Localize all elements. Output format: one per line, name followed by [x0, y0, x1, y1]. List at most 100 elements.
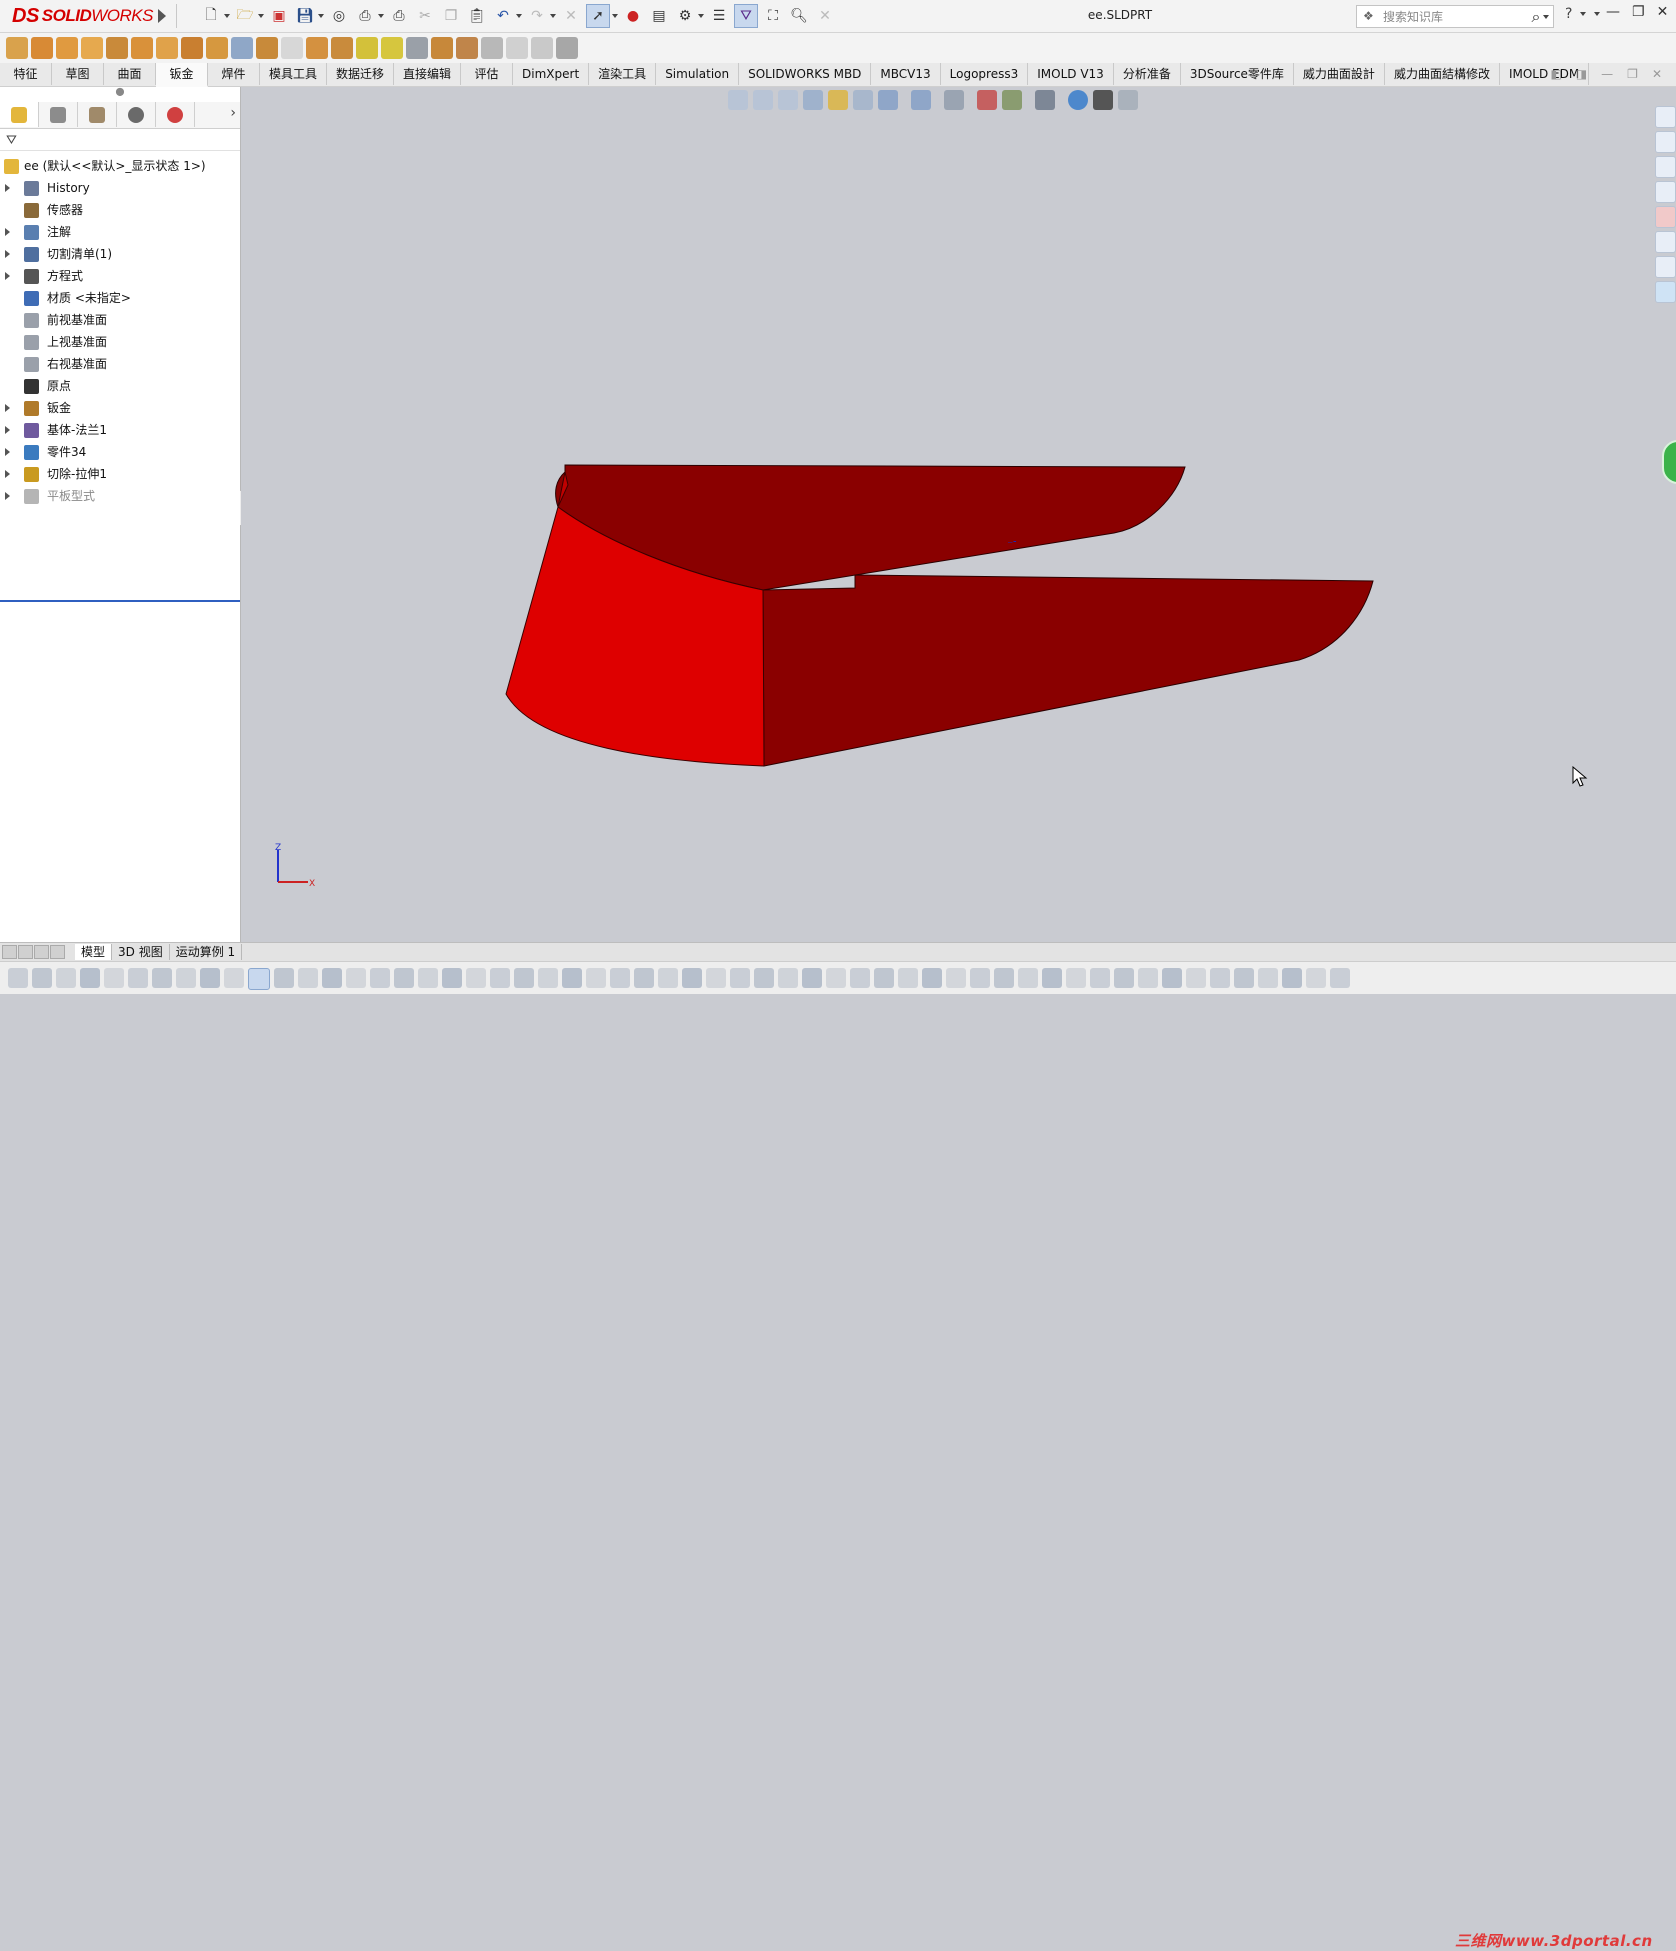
simple-hole-icon[interactable]	[381, 37, 403, 59]
display-manager-tab[interactable]	[156, 102, 195, 127]
tab-surfaces[interactable]: 曲面	[104, 63, 156, 85]
sheet-metal-part-model[interactable]: ⎯⁃	[241, 87, 1676, 942]
copy-icon[interactable]: ❐	[440, 5, 462, 27]
tab-solidworks-mbd[interactable]: SOLIDWORKS MBD	[739, 63, 872, 85]
delete-icon[interactable]: ✕	[560, 5, 582, 27]
web-icon[interactable]: ◎	[328, 5, 350, 27]
tab-sketch[interactable]: 草图	[52, 63, 104, 85]
tab-features[interactable]: 特征	[0, 63, 52, 85]
tab-imold-v13[interactable]: IMOLD V13	[1028, 63, 1114, 85]
tree-item[interactable]: 上视基准面	[0, 331, 240, 353]
view-settings-icon[interactable]	[1035, 90, 1055, 110]
edge-flange-icon[interactable]	[31, 37, 53, 59]
spline-icon[interactable]	[418, 968, 438, 988]
coordinate-icon[interactable]	[152, 968, 172, 988]
sketched-bend-icon[interactable]	[131, 37, 153, 59]
doc-restore-icon[interactable]: ❐	[1627, 67, 1638, 81]
shadows-icon[interactable]	[1093, 90, 1113, 110]
chevron-down-icon[interactable]	[612, 14, 618, 18]
filter-toolbar-icon[interactable]: ⛛	[734, 4, 758, 28]
select-cursor-icon[interactable]: ➚	[586, 4, 610, 28]
tab-dimxpert[interactable]: DimXpert	[513, 63, 590, 85]
chevron-down-icon[interactable]	[1594, 12, 1601, 16]
apply-scene-icon[interactable]	[1002, 90, 1022, 110]
section-view-icon[interactable]	[803, 90, 823, 110]
tab-mbcv13[interactable]: MBCV13	[871, 63, 941, 85]
render-icon[interactable]	[1306, 968, 1326, 988]
view-right-icon[interactable]	[1114, 968, 1134, 988]
rollback-bar[interactable]	[0, 600, 240, 602]
tree-item[interactable]: 注解	[0, 221, 240, 243]
appearances-scenes-icon[interactable]	[1655, 206, 1676, 228]
mirror-icon[interactable]	[562, 968, 582, 988]
tree-item[interactable]: 前视基准面	[0, 309, 240, 331]
doc-minimize-icon[interactable]: —	[1601, 67, 1613, 81]
redo-icon[interactable]: ↷	[526, 5, 548, 27]
text-icon[interactable]	[658, 968, 678, 988]
close-icon[interactable]: ✕	[1657, 4, 1669, 20]
filter-icon[interactable]: ⛛	[6, 133, 17, 148]
tab-direct-editing[interactable]: 直接编辑	[394, 63, 462, 85]
menu-expand-arrow-icon[interactable]	[158, 9, 166, 23]
tab-power-surfacing-modify[interactable]: 威力曲面結構修改	[1385, 63, 1500, 85]
weld-icon[interactable]	[898, 968, 918, 988]
new-document-icon[interactable]: 🗋	[200, 5, 222, 27]
offset-icon[interactable]	[514, 968, 534, 988]
corner-relief-icon[interactable]	[306, 37, 328, 59]
chevron-down-icon[interactable]	[258, 14, 264, 18]
fillet-icon[interactable]	[490, 968, 510, 988]
view-palette-icon[interactable]	[1655, 181, 1676, 203]
print-icon[interactable]: ⎙	[354, 5, 376, 27]
arc-icon[interactable]	[370, 968, 390, 988]
trim-icon[interactable]	[538, 968, 558, 988]
tab-3d-views[interactable]: 3D 视图	[112, 944, 170, 960]
sketch-icon[interactable]	[8, 968, 28, 988]
tree-item[interactable]: 钣金	[0, 397, 240, 419]
sheet-metal-gusset-icon[interactable]	[481, 37, 503, 59]
closed-corner-icon[interactable]	[331, 37, 353, 59]
zoom-to-fit-icon[interactable]	[728, 90, 748, 110]
expand-arrow-icon[interactable]	[5, 272, 10, 280]
cross-break-icon[interactable]	[531, 37, 553, 59]
view-bottom-icon[interactable]	[1162, 968, 1182, 988]
panel-grip[interactable]: ⬤	[0, 87, 240, 101]
solidworks-resources-home-icon[interactable]	[1655, 106, 1676, 128]
normal-to-icon[interactable]	[1234, 968, 1254, 988]
dynamic-annotation-icon[interactable]	[828, 90, 848, 110]
expand-arrow-icon[interactable]	[5, 448, 10, 456]
edit-appearance-icon[interactable]	[977, 90, 997, 110]
tree-item[interactable]: 右视基准面	[0, 353, 240, 375]
table-icon[interactable]	[778, 968, 798, 988]
linear-pattern-icon[interactable]	[634, 968, 654, 988]
tab-3dsource-library[interactable]: 3DSource零件库	[1181, 63, 1294, 85]
expand-arrow-icon[interactable]	[5, 470, 10, 478]
bounding-box-icon[interactable]	[1042, 968, 1062, 988]
tree-item[interactable]: History	[0, 177, 240, 199]
polygon-icon[interactable]	[394, 968, 414, 988]
notification-badge[interactable]	[1662, 440, 1676, 484]
tab-evaluate[interactable]: 评估	[461, 63, 514, 85]
paste-icon[interactable]: 📋︎	[466, 5, 488, 27]
display-icon[interactable]	[1282, 968, 1302, 988]
save-icon[interactable]: 💾︎	[294, 5, 316, 27]
base-flange-icon[interactable]	[6, 37, 28, 59]
extruded-cut-icon[interactable]	[356, 37, 378, 59]
tree-item[interactable]: 原点	[0, 375, 240, 397]
draft-analysis-icon[interactable]	[853, 90, 873, 110]
cut-icon[interactable]: ✂	[414, 5, 436, 27]
zoom-to-area-icon[interactable]	[753, 90, 773, 110]
lofted-bend-icon[interactable]	[156, 37, 178, 59]
expand-arrow-icon[interactable]	[5, 492, 10, 500]
chevron-down-icon[interactable]	[1580, 12, 1587, 16]
tree-item[interactable]: 基体-法兰1	[0, 419, 240, 441]
view-left-icon[interactable]	[1210, 968, 1230, 988]
insert-bends-icon[interactable]	[256, 37, 278, 59]
tree-item[interactable]: 切割清单(1)	[0, 243, 240, 265]
tree-item[interactable]: 平板型式	[0, 485, 240, 507]
rebuild-traffic-light-icon[interactable]: ●	[622, 5, 644, 27]
relations-icon[interactable]	[128, 968, 148, 988]
close-toolbar-icon[interactable]: ✕	[814, 5, 836, 27]
angle-icon[interactable]	[706, 968, 726, 988]
selection-filter-list-icon[interactable]: ☰	[708, 5, 730, 27]
undo-icon[interactable]: ↶	[492, 5, 514, 27]
